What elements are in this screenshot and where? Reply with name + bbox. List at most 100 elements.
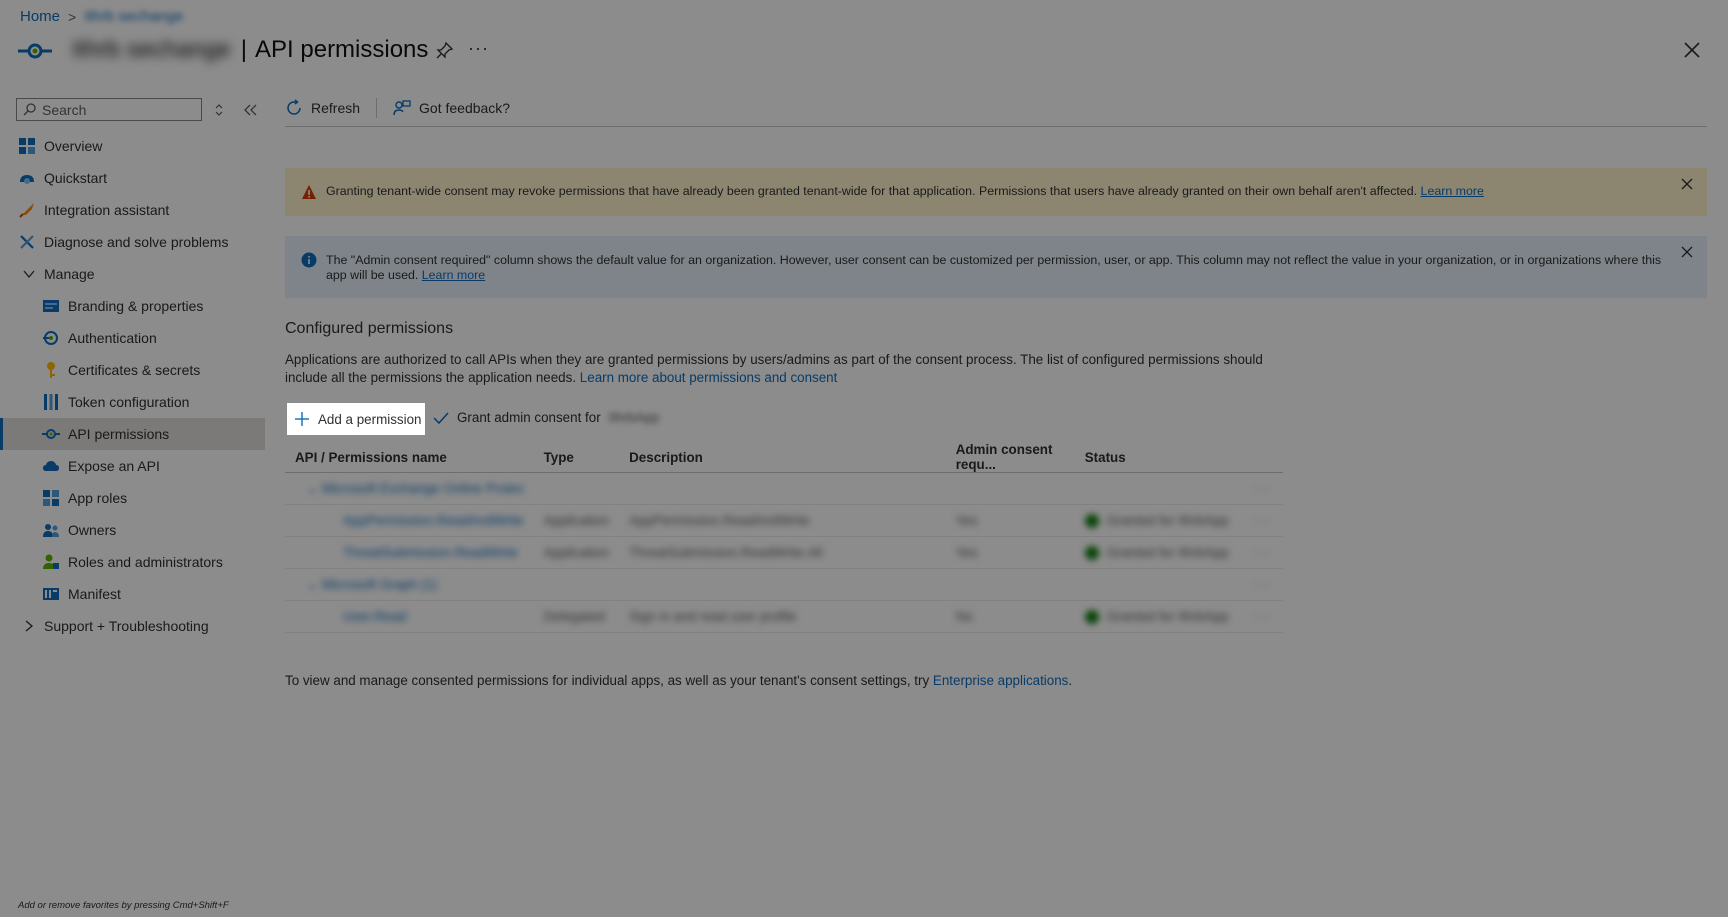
column-header[interactable]: Type (533, 442, 620, 473)
sidebar-item-expose-api[interactable]: Expose an API (0, 450, 265, 482)
sidebar-item-label: API permissions (68, 426, 170, 442)
warning-icon (302, 185, 316, 199)
more-options-icon[interactable]: ··· (468, 38, 489, 59)
more-icon[interactable]: ··· (1243, 600, 1283, 633)
chevron-down-icon: ⌄ (307, 480, 322, 496)
collapse-sidebar-icon[interactable] (242, 103, 258, 117)
permission-type: Application (533, 504, 620, 537)
info-learn-more-link[interactable]: Learn more (422, 268, 485, 282)
sidebar-item-label: Owners (68, 522, 117, 538)
toolbar-divider (376, 98, 378, 118)
more-icon[interactable]: ··· (1243, 504, 1283, 537)
sidebar-item-branding[interactable]: Branding & properties (0, 290, 265, 322)
sidebar-item-label: Quickstart (44, 170, 108, 186)
sidebar-nav: Overview Quickstart Integration assistan… (0, 130, 265, 642)
sidebar-item-app-roles[interactable]: App roles (0, 482, 265, 514)
permission-status: Granted for IthrbApp (1106, 544, 1229, 560)
footnote-period: . (1068, 673, 1073, 688)
table-header-row: API / Permissions name Type Description … (285, 442, 1283, 473)
permission-status: Granted for IthrbApp (1106, 608, 1229, 624)
sidebar-item-owners[interactable]: Owners (0, 514, 265, 546)
column-header[interactable]: API / Permissions name (285, 442, 534, 473)
checkmark-icon (433, 411, 449, 424)
sidebar-item-token-configuration[interactable]: Token configuration (0, 386, 265, 418)
sidebar-item-diagnose[interactable]: Diagnose and solve problems (0, 226, 265, 258)
sidebar-item-label: Expose an API (68, 458, 160, 474)
breadcrumb-current[interactable]: Ithrb sechange (84, 8, 183, 25)
sidebar-item-certificates[interactable]: Certificates & secrets (0, 354, 265, 386)
column-header-actions (1243, 442, 1283, 473)
permission-status: Granted for IthrbApp (1106, 512, 1229, 528)
permission-name[interactable]: User.Read (285, 600, 534, 633)
permission-name[interactable]: AppPermission.ReadAndWrite (285, 504, 534, 537)
granted-status-icon (1084, 514, 1099, 529)
sidebar-item-roles-admins[interactable]: Roles and administrators (0, 546, 265, 578)
warning-text: Granting tenant-wide consent may revoke … (326, 184, 1418, 198)
info-banner: The "Admin consent required" column show… (285, 236, 1707, 298)
sidebar-item-label: Branding & properties (68, 298, 204, 314)
granted-status-icon (1084, 610, 1099, 625)
table-row[interactable]: ⌄ Microsoft Graph (1) ··· (285, 568, 1283, 601)
breadcrumb: Home > Ithrb sechange (20, 8, 183, 25)
page-title: API permissions (255, 36, 429, 63)
sidebar-item-label: Certificates & secrets (68, 362, 201, 378)
sidebar-item-integration-assistant[interactable]: Integration assistant (0, 194, 265, 226)
refresh-button[interactable]: Refresh (285, 99, 360, 117)
sidebar-item-label: Support + Troubleshooting (44, 618, 209, 634)
organization-name: IthrbApp (608, 410, 660, 425)
table-row[interactable]: AppPermission.ReadAndWrite Application A… (285, 504, 1283, 537)
permission-type: Application (533, 536, 620, 569)
permission-name[interactable]: ThreatSubmission.ReadWrite (285, 536, 534, 569)
close-icon[interactable] (1681, 178, 1693, 190)
column-header[interactable]: Admin consent requ... (945, 442, 1075, 473)
api-group-name[interactable]: Microsoft Exchange Online Protec (322, 481, 524, 496)
close-icon[interactable] (1682, 40, 1702, 60)
sidebar-item-overview[interactable]: Overview (0, 130, 265, 162)
page-title-separator: | (240, 36, 248, 63)
column-header[interactable]: Status (1074, 442, 1244, 473)
sidebar-item-quickstart[interactable]: Quickstart (0, 162, 265, 194)
more-icon[interactable]: ··· (1243, 472, 1283, 505)
close-icon[interactable] (1681, 246, 1693, 258)
sidebar-search-input[interactable]: Search (16, 98, 202, 121)
table-row[interactable]: ThreatSubmission.ReadWrite Application T… (285, 536, 1283, 569)
sidebar-item-label: Manage (44, 266, 95, 282)
info-text: The "Admin consent required" column show… (326, 253, 1662, 282)
warning-learn-more-link[interactable]: Learn more (1421, 184, 1484, 198)
table-row[interactable]: User.Read Delegated Sign in and read use… (285, 600, 1283, 633)
info-icon (301, 252, 317, 268)
feedback-button[interactable]: Got feedback? (393, 99, 510, 117)
sidebar-item-label: Integration assistant (44, 202, 170, 218)
sidebar-item-api-permissions[interactable]: API permissions (0, 418, 265, 450)
more-icon[interactable]: ··· (1243, 568, 1283, 601)
table-row[interactable]: ⌄ Microsoft Exchange Online Protec ··· (285, 472, 1283, 505)
add-permission-label: Add a permission (318, 411, 422, 427)
breadcrumb-home[interactable]: Home (20, 8, 60, 25)
add-permission-button[interactable]: Add a permission (288, 404, 424, 434)
sort-icon[interactable] (212, 103, 226, 117)
enterprise-applications-link[interactable]: Enterprise applications (933, 673, 1068, 688)
chevron-right-icon: > (68, 8, 77, 25)
app-roles-icon (43, 490, 59, 506)
footnote-text: To view and manage consented permissions… (285, 673, 930, 688)
pin-icon[interactable] (436, 41, 454, 59)
chevron-down-icon (23, 270, 35, 279)
plus-icon (295, 412, 309, 426)
sidebar-group-support[interactable]: Support + Troubleshooting (0, 610, 265, 642)
sidebar-group-manage[interactable]: Manage (0, 258, 265, 290)
feedback-icon (393, 100, 411, 116)
learn-more-permissions-link[interactable]: Learn more about permissions and consent (580, 370, 838, 385)
sidebar-item-label: Authentication (68, 330, 157, 346)
command-bar: Refresh Got feedback? (285, 98, 510, 118)
owners-icon (43, 524, 59, 537)
admin-consent-required: Yes (945, 536, 1075, 569)
sidebar-item-authentication[interactable]: Authentication (0, 322, 265, 354)
grant-admin-consent-button[interactable]: Grant admin consent for IthrbApp (433, 410, 659, 425)
chevron-right-icon (25, 620, 34, 632)
warning-banner: Granting tenant-wide consent may revoke … (285, 168, 1707, 216)
more-icon[interactable]: ··· (1243, 536, 1283, 569)
column-header[interactable]: Description (619, 442, 946, 473)
api-group-name[interactable]: Microsoft Graph (1) (322, 577, 437, 592)
key-icon (47, 362, 55, 378)
sidebar-item-manifest[interactable]: Manifest (0, 578, 265, 610)
